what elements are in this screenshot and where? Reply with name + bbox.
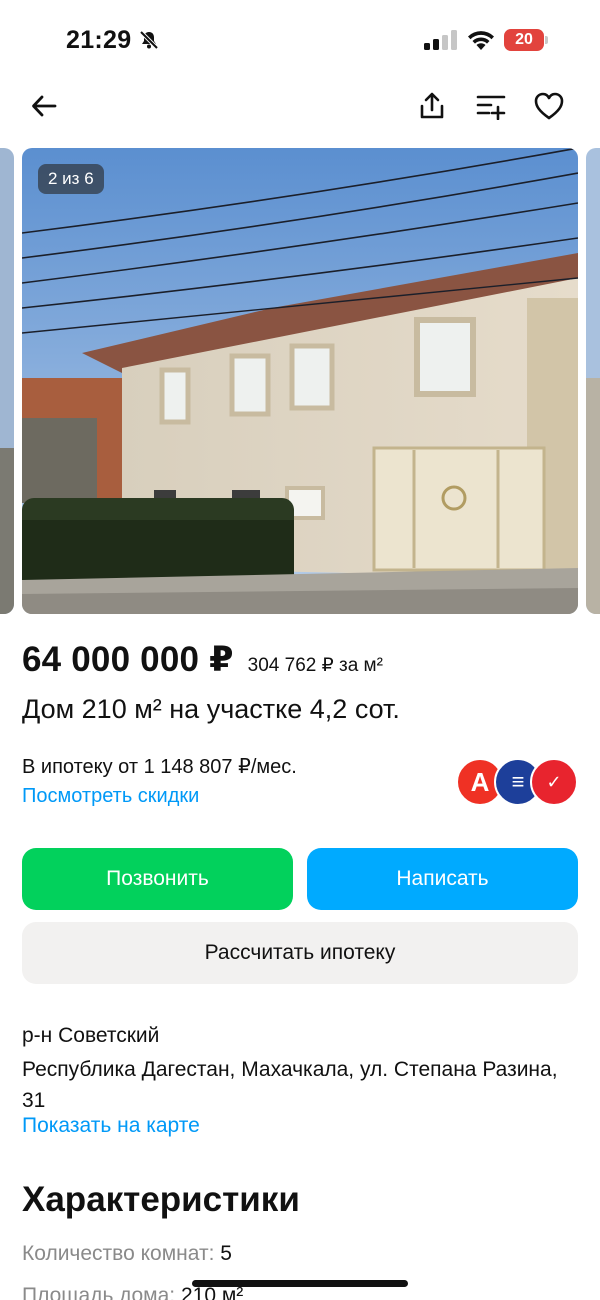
write-message-button[interactable]: Написать — [307, 848, 578, 910]
cellular-signal-icon — [424, 30, 458, 50]
compare-button[interactable] — [471, 88, 511, 128]
calculate-mortgage-button[interactable]: Рассчитать ипотеку — [22, 922, 578, 984]
previous-photo[interactable] — [0, 148, 14, 614]
bell-slash-icon — [138, 29, 160, 51]
characteristic-label: Количество комнат: — [22, 1242, 215, 1265]
characteristic-label: Площадь дома: — [22, 1284, 176, 1300]
heart-icon — [533, 91, 565, 126]
show-on-map-link[interactable]: Показать на карте — [22, 1114, 200, 1138]
status-time: 21:29 — [66, 26, 132, 54]
nav-bar — [0, 80, 600, 134]
home-indicator[interactable] — [192, 1280, 408, 1287]
partner-banks[interactable]: А ≡ ✓ — [456, 758, 578, 808]
mortgage-payment: В ипотеку от 1 148 807 ₽/мес. — [22, 756, 297, 778]
photo-gallery[interactable]: 2 из 6 — [0, 148, 600, 614]
photo-counter: 2 из 6 — [38, 164, 104, 194]
characteristics-title: Характеристики — [22, 1180, 300, 1219]
wifi-icon — [466, 28, 496, 52]
status-bar: 21:29 20 — [0, 0, 600, 80]
favorite-button[interactable] — [529, 88, 569, 128]
house-photo[interactable]: 2 из 6 — [22, 148, 578, 614]
share-button[interactable] — [412, 88, 452, 128]
full-address: Республика Дагестан, Махачкала, ул. Степ… — [22, 1058, 558, 1112]
next-photo[interactable] — [586, 148, 600, 614]
district: р-н Советский — [22, 1024, 160, 1047]
arrow-left-icon — [30, 92, 58, 125]
back-button[interactable] — [24, 88, 64, 128]
battery-tip — [545, 36, 548, 44]
price-row: 64 000 000 ₽ 304 762 ₽ за м² — [22, 640, 582, 684]
battery-icon: 20 — [504, 29, 548, 51]
battery-level: 20 — [504, 29, 544, 51]
listing-title: Дом 210 м² на участке 4,2 сот. — [22, 694, 400, 724]
compare-list-icon — [475, 92, 507, 125]
view-discounts-link[interactable]: Посмотреть скидки — [22, 785, 199, 808]
psb-bank-logo: ✓ — [530, 758, 578, 806]
price: 64 000 000 ₽ — [22, 640, 234, 679]
call-button[interactable]: Позвонить — [22, 848, 293, 910]
price-per-square-meter: 304 762 ₽ за м² — [247, 655, 383, 676]
listing-screen: 21:29 20 2 из 6 64 000 000 ₽ 304 762 ₽ з… — [0, 0, 600, 1300]
characteristic-value: 5 — [220, 1242, 232, 1265]
share-icon — [417, 91, 447, 126]
characteristic-row: Количество комнат: 5 — [22, 1242, 232, 1266]
